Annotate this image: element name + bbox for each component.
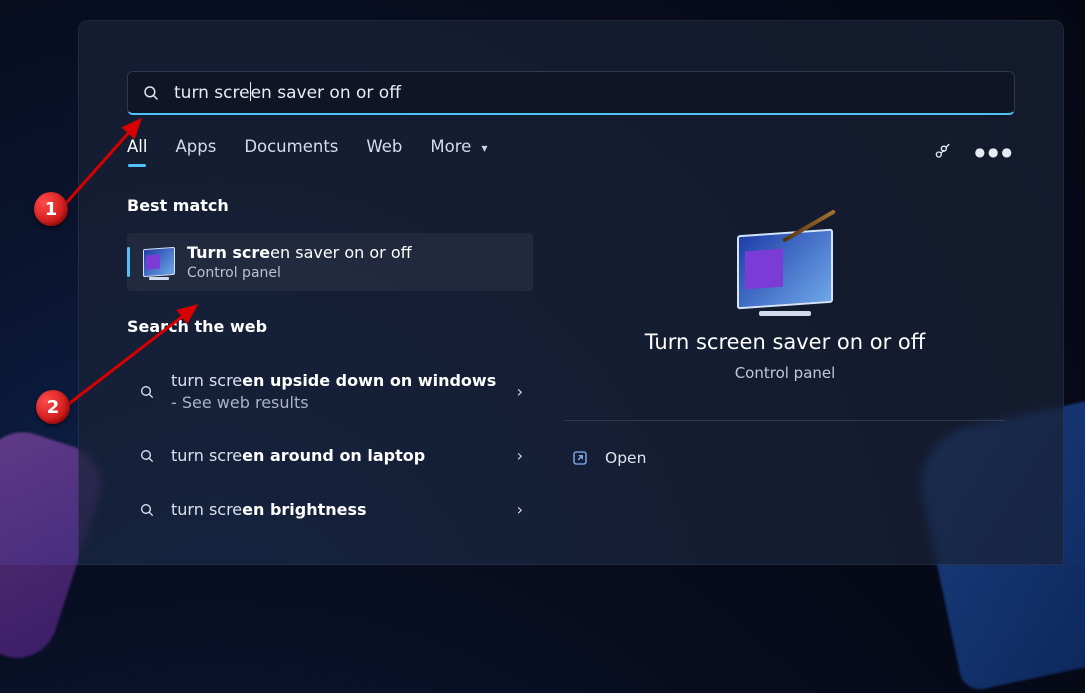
chevron-right-icon: › <box>517 500 523 519</box>
web-result-item[interactable]: turn screen brightness › <box>127 483 533 537</box>
filter-tabs: All Apps Documents Web More ▾ <box>127 137 488 166</box>
tab-more[interactable]: More ▾ <box>430 137 487 166</box>
filter-tabs-row: All Apps Documents Web More ▾ ●●● <box>127 137 1015 166</box>
search-query-typed: turn scre <box>174 83 250 103</box>
best-match-text: Turn screen saver on or off Control pane… <box>187 243 412 281</box>
monitor-icon <box>737 232 833 306</box>
search-icon <box>137 384 157 400</box>
search-query-completion: en saver on or off <box>251 83 401 103</box>
more-options-button[interactable]: ●●● <box>975 145 1015 159</box>
chevron-right-icon: › <box>517 382 523 401</box>
monitor-icon <box>143 248 175 276</box>
start-search-panel: turn screen saver on or off All Apps Doc… <box>78 20 1064 565</box>
chevron-right-icon: › <box>517 446 523 465</box>
search-input[interactable]: turn screen saver on or off <box>174 82 1000 103</box>
chevron-down-icon: ▾ <box>482 141 488 155</box>
tab-apps[interactable]: Apps <box>175 137 216 166</box>
results-list: Best match Turn screen saver on or off C… <box>127 196 533 689</box>
section-search-web: Search the web <box>127 317 533 336</box>
search-options-icon[interactable] <box>933 142 953 162</box>
web-result-text: turn screen around on laptop <box>171 445 503 467</box>
best-match-title: Turn screen saver on or off <box>187 243 412 262</box>
action-open[interactable]: Open <box>565 439 1005 477</box>
annotation-badge-1: 1 <box>34 192 68 226</box>
search-icon <box>142 84 160 102</box>
web-result-item[interactable]: turn screen upside down on windows - See… <box>127 354 533 429</box>
web-results-list: turn screen upside down on windows - See… <box>127 354 533 536</box>
annotation-badge-2: 2 <box>36 390 70 424</box>
web-result-text: turn screen brightness <box>171 499 503 521</box>
header-actions: ●●● <box>933 142 1015 162</box>
tab-web[interactable]: Web <box>366 137 402 166</box>
web-result-item[interactable]: turn screen around on laptop › <box>127 429 533 483</box>
search-box[interactable]: turn screen saver on or off <box>127 71 1015 115</box>
best-match-subtitle: Control panel <box>187 265 412 281</box>
action-open-label: Open <box>605 449 646 467</box>
section-best-match: Best match <box>127 196 533 215</box>
detail-title: Turn screen saver on or off <box>645 330 925 354</box>
tab-more-label: More <box>430 137 471 156</box>
open-external-icon <box>571 449 589 467</box>
results-columns: Best match Turn screen saver on or off C… <box>127 196 1015 689</box>
tab-documents[interactable]: Documents <box>244 137 338 166</box>
detail-subtitle: Control panel <box>735 364 836 382</box>
result-detail-pane: Turn screen saver on or off Control pane… <box>555 196 1015 689</box>
divider <box>565 420 1005 421</box>
search-icon <box>137 448 157 464</box>
search-icon <box>137 502 157 518</box>
tab-all[interactable]: All <box>127 137 147 166</box>
ellipsis-icon: ●●● <box>975 145 1015 159</box>
web-result-text: turn screen upside down on windows - See… <box>171 370 503 413</box>
best-match-result[interactable]: Turn screen saver on or off Control pane… <box>127 233 533 291</box>
